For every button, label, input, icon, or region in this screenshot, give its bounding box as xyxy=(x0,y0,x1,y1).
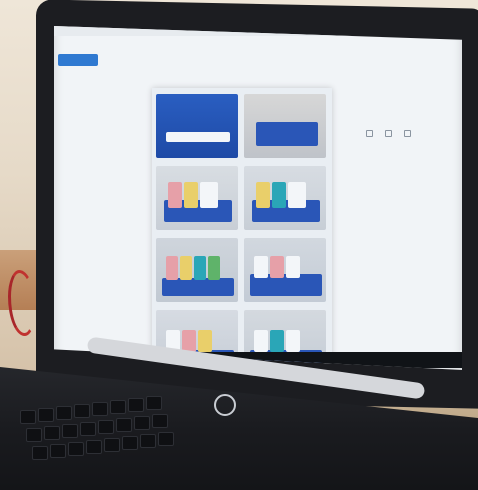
paper-flap xyxy=(286,330,300,352)
laptop-screen xyxy=(54,26,462,370)
action-icon[interactable] xyxy=(404,130,411,137)
photo-tile xyxy=(156,94,238,158)
photo-tile xyxy=(156,166,238,230)
paper-edge xyxy=(166,132,230,142)
paper-flap xyxy=(168,182,182,208)
key[interactable] xyxy=(140,434,156,448)
key[interactable] xyxy=(104,438,120,452)
keyboard xyxy=(10,370,270,490)
paper-flap xyxy=(254,330,268,352)
key[interactable] xyxy=(44,426,60,440)
action-icon[interactable] xyxy=(385,130,392,137)
key[interactable] xyxy=(80,422,96,436)
paper-flap xyxy=(194,256,206,280)
paper-flap xyxy=(254,256,268,278)
key[interactable] xyxy=(134,416,150,430)
paper-flap xyxy=(270,256,284,278)
paper-flap xyxy=(200,182,218,208)
key[interactable] xyxy=(62,424,78,438)
key[interactable] xyxy=(68,442,84,456)
paper-flap xyxy=(270,330,284,352)
key[interactable] xyxy=(50,444,66,458)
paper-flap xyxy=(272,182,286,208)
photo-tile xyxy=(156,238,238,302)
paper-flap xyxy=(182,330,196,352)
key[interactable] xyxy=(38,408,54,422)
key[interactable] xyxy=(98,420,114,434)
paper-flap xyxy=(208,256,220,280)
paper-base xyxy=(162,278,234,296)
key[interactable] xyxy=(158,432,174,446)
photo-tile xyxy=(244,166,326,230)
key[interactable] xyxy=(74,404,90,418)
right-actions xyxy=(366,130,411,137)
key[interactable] xyxy=(128,398,144,412)
paper-flap xyxy=(198,330,212,352)
key[interactable] xyxy=(56,406,72,420)
key[interactable] xyxy=(26,428,42,442)
paper-flap xyxy=(286,256,300,278)
key[interactable] xyxy=(86,440,102,454)
paper-flap xyxy=(180,256,192,280)
key[interactable] xyxy=(110,400,126,414)
paper-flap xyxy=(256,182,270,208)
paper-flap xyxy=(184,182,198,208)
paper-flap xyxy=(288,182,306,208)
photo-tile xyxy=(244,94,326,158)
paper-flap xyxy=(166,256,178,280)
key[interactable] xyxy=(20,410,36,424)
paper xyxy=(256,122,318,146)
key[interactable] xyxy=(32,446,48,460)
action-icon[interactable] xyxy=(366,130,373,137)
photo-tile xyxy=(244,238,326,302)
key[interactable] xyxy=(122,436,138,450)
document-page xyxy=(152,88,332,370)
key[interactable] xyxy=(116,418,132,432)
key[interactable] xyxy=(146,396,162,410)
primary-button[interactable] xyxy=(58,54,98,66)
key[interactable] xyxy=(92,402,108,416)
key[interactable] xyxy=(152,414,168,428)
